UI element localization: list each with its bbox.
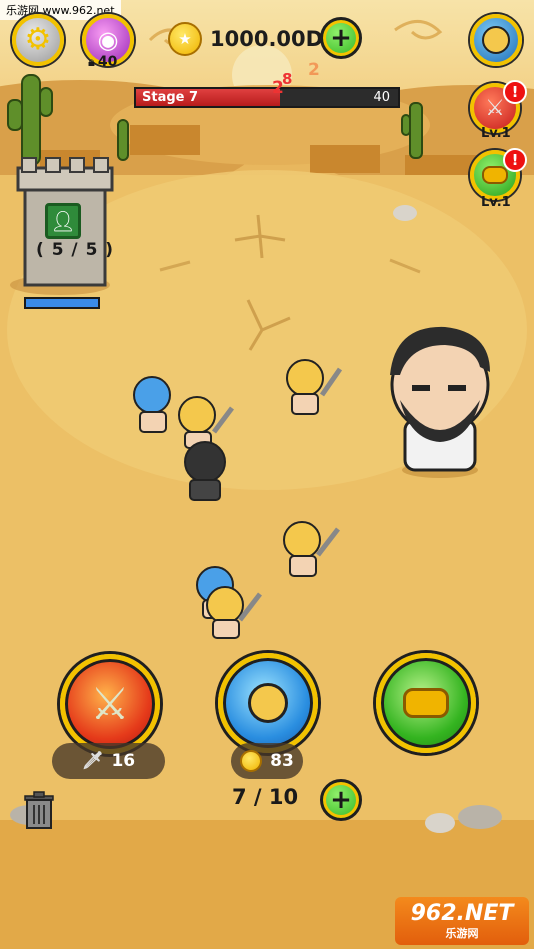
hero-portrait-icon <box>482 26 510 54</box>
site-logo: 962.NET 乐游网 <box>395 897 529 945</box>
soldier-icon <box>248 683 288 723</box>
trash-icon[interactable] <box>22 790 56 830</box>
coin-icon: ★ <box>168 22 202 56</box>
add-currency-button[interactable]: + <box>320 17 362 59</box>
sword-icon: ⚔ <box>90 678 130 730</box>
weapon-upgrade-alert: ! <box>503 80 527 104</box>
lock-icon: 🔒︎ <box>88 54 95 70</box>
boss-enemy <box>390 326 490 478</box>
gear-icon: ⚙ <box>24 22 52 57</box>
soldier-units <box>133 359 343 639</box>
add-unit-slot-button[interactable]: + <box>320 779 362 821</box>
gold-upgrade-level: Lv.1 <box>481 195 511 210</box>
logo-main: 962.NET <box>410 901 514 926</box>
coin-stack-icon <box>403 688 449 718</box>
weapon-buy-button[interactable]: ⚔ <box>60 654 160 754</box>
person-icon: 👤︎ <box>50 209 76 233</box>
tower-hp-fill <box>26 299 98 307</box>
summon-cost: 83 <box>270 751 294 771</box>
sword-icon: ⚔ <box>485 95 505 121</box>
tower-unit-icon[interactable]: 👤︎ <box>45 203 81 239</box>
damage-number: 2 <box>308 60 320 80</box>
vision-lock: 🔒︎ 40 <box>88 54 117 70</box>
gold-buy-button[interactable] <box>376 653 476 753</box>
coin-icon <box>240 750 263 772</box>
summon-cost-pill: 83 <box>231 743 303 779</box>
currency-display: ★ 1000.00D <box>168 18 323 60</box>
summon-unit-button[interactable] <box>218 653 318 753</box>
currency-value: 1000.00D <box>210 27 324 51</box>
tower-unit-count: ( 5 / 5 ) <box>36 240 115 260</box>
coins-icon <box>482 166 508 184</box>
logo-sub: 乐游网 <box>445 927 479 940</box>
gold-upgrade-alert: ! <box>503 148 527 172</box>
unit-count: 7 / 10 <box>232 785 299 809</box>
weapon-cost: 16 <box>111 751 136 771</box>
weapon-cost-pill: 🗡︎ 16 <box>52 743 165 779</box>
lock-count: 40 <box>97 54 118 70</box>
stage-label: Stage 7 <box>142 90 199 105</box>
plus-icon: + <box>330 23 352 53</box>
hero-button[interactable] <box>470 14 522 66</box>
weapon-upgrade-level: Lv.1 <box>481 126 511 141</box>
stage-progress-bar: Stage 7 40 <box>134 87 400 108</box>
tower-hp-bar <box>24 297 100 309</box>
stage-value: 40 <box>373 90 390 105</box>
dagger-icon: 🗡︎ <box>81 751 104 771</box>
plus-icon: + <box>330 785 352 815</box>
settings-button[interactable]: ⚙ <box>12 14 64 66</box>
eye-icon: ◉ <box>97 26 119 54</box>
damage-number: 8 <box>282 70 293 88</box>
